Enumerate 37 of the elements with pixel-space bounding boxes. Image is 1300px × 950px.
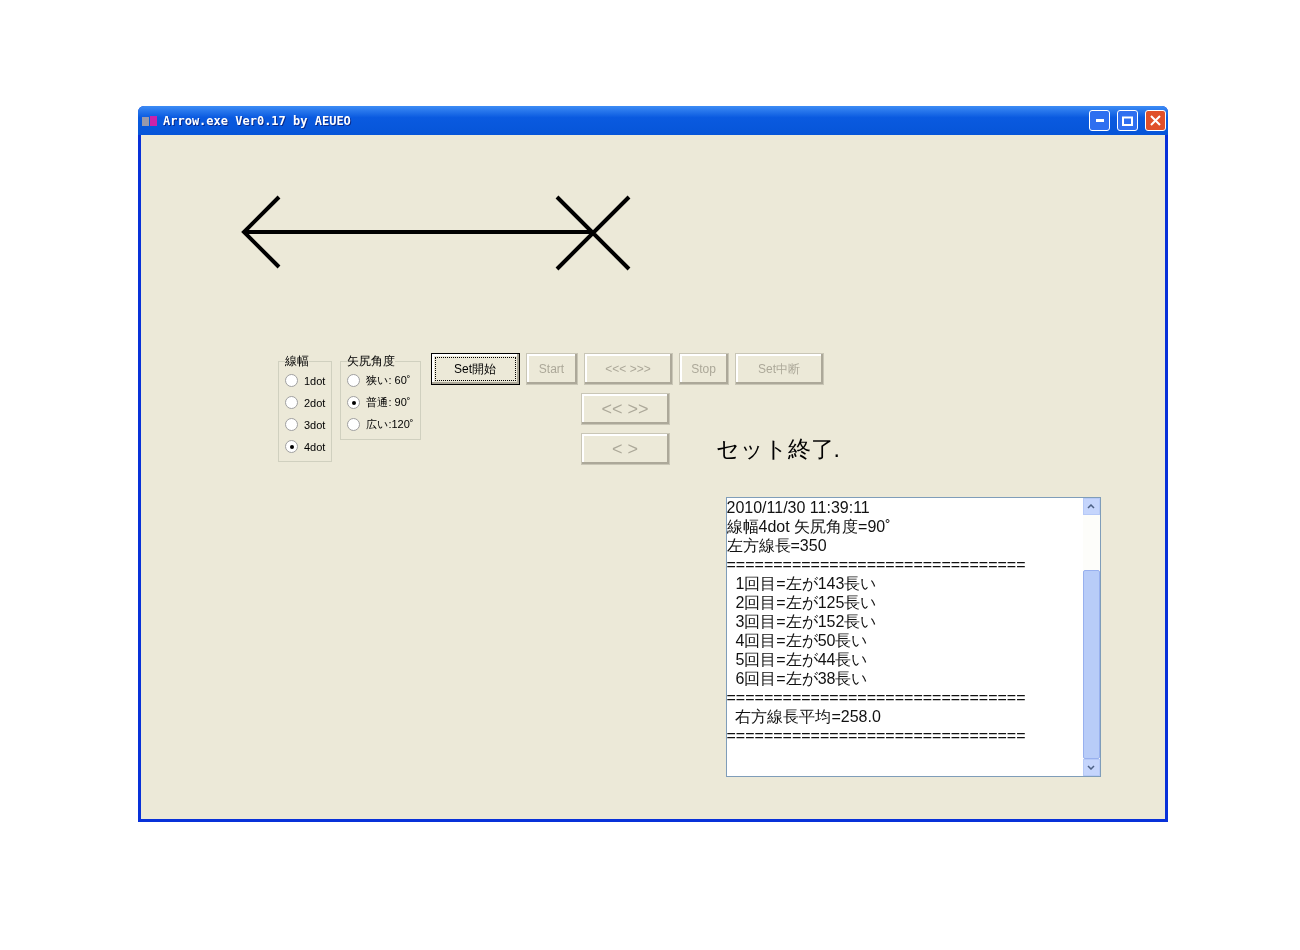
radio-option[interactable]: 4dot bbox=[285, 438, 326, 455]
radio-option[interactable]: 狭い: 60˚ bbox=[347, 372, 414, 389]
log-line: 1回目=左が143長い bbox=[734, 574, 878, 593]
log-line: 2回目=左が125長い bbox=[734, 593, 878, 612]
maximize-icon bbox=[1122, 115, 1133, 126]
maximize-button[interactable] bbox=[1117, 110, 1138, 131]
log-line: 線幅4dot 矢尻角度=90˚ bbox=[726, 517, 892, 536]
log-line: 2010/11/30 11:39:11 bbox=[726, 498, 871, 517]
minimize-icon bbox=[1095, 119, 1104, 122]
scroll-down-icon[interactable] bbox=[1082, 759, 1100, 776]
log-textbox[interactable] bbox=[725, 497, 1101, 777]
radio-option[interactable]: 1dot bbox=[285, 372, 326, 389]
scroll-thumb[interactable] bbox=[1082, 570, 1100, 759]
app-icon bbox=[142, 114, 158, 127]
log-line: ================================ bbox=[726, 726, 1027, 745]
minimize-button[interactable] bbox=[1089, 110, 1110, 131]
radio-option[interactable]: 3dot bbox=[285, 416, 326, 433]
group-label: 線幅 bbox=[285, 353, 309, 370]
status-text: セット終了. bbox=[715, 434, 840, 464]
log-line: 4回目=左が50長い bbox=[734, 631, 869, 650]
log-line: 右方線長平均=258.0 bbox=[734, 707, 882, 726]
window-title: Arrow.exe Ver0.17 by AEUEO bbox=[163, 113, 352, 128]
close-icon bbox=[1150, 115, 1161, 126]
log-line: ================================ bbox=[726, 555, 1027, 574]
radio-option[interactable]: 普通: 90˚ bbox=[347, 394, 414, 411]
radio-option[interactable]: 広い:120˚ bbox=[347, 416, 414, 433]
group-label: 矢尻角度 bbox=[347, 353, 396, 370]
log-line: 左方線長=350 bbox=[726, 536, 828, 555]
scrollbar[interactable] bbox=[1082, 498, 1100, 776]
close-button[interactable] bbox=[1145, 110, 1166, 131]
radio-option[interactable]: 2dot bbox=[285, 394, 326, 411]
log-line: ================================ bbox=[726, 688, 1027, 707]
log-line: 3回目=左が152長い bbox=[734, 612, 878, 631]
scroll-up-icon[interactable] bbox=[1082, 498, 1100, 515]
push-button[interactable]: Set開始 bbox=[430, 353, 520, 385]
log-line: 6回目=左が38長い bbox=[734, 669, 869, 688]
log-line: 5回目=左が44長い bbox=[734, 650, 869, 669]
